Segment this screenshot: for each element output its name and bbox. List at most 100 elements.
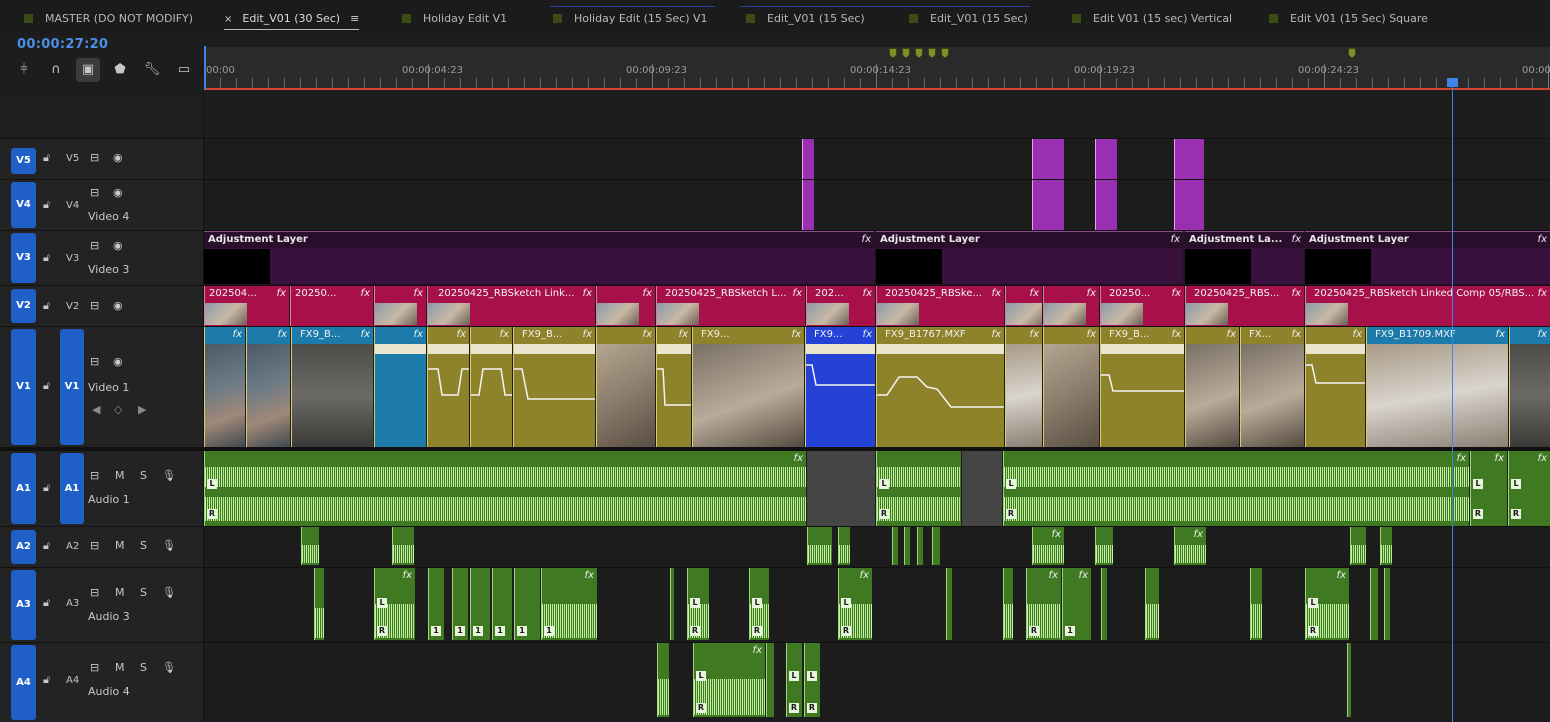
audio-clip[interactable]: 1 bbox=[452, 568, 468, 640]
audio-clip[interactable] bbox=[946, 568, 952, 640]
sync-lock-icon[interactable]: ⊟ bbox=[90, 186, 99, 199]
track-lane-a4[interactable]: fx L R LR LR bbox=[204, 643, 1550, 722]
v1-clip[interactable]: fx bbox=[470, 327, 512, 447]
source-patch-v3[interactable]: V3 bbox=[11, 233, 36, 283]
adjustment-layer-clip[interactable]: Adjustment Layer fx bbox=[1305, 231, 1550, 285]
source-patch-a4[interactable]: A4 bbox=[11, 645, 36, 720]
v5-clip[interactable] bbox=[1095, 139, 1117, 179]
audio-clip[interactable] bbox=[1370, 568, 1378, 640]
track-lane-v1[interactable]: fx fx FX9_B... fx fx fx fx FX9_B... fx fx … bbox=[204, 327, 1550, 447]
audio-clip[interactable]: fx R bbox=[1026, 568, 1061, 640]
v1-clip[interactable]: fx bbox=[1185, 327, 1239, 447]
audio-clip[interactable]: 1 bbox=[470, 568, 490, 640]
audio-clip[interactable]: fx L R bbox=[1305, 568, 1349, 640]
tab-edit-v01-15sec[interactable]: Edit_V01 (15 Sec) bbox=[746, 8, 865, 30]
v1-clip[interactable]: fx bbox=[1509, 327, 1550, 447]
v2-clip[interactable]: fx bbox=[596, 286, 655, 326]
audio-clip[interactable] bbox=[1384, 568, 1390, 640]
audio-clip[interactable]: LR bbox=[687, 568, 709, 640]
playhead-line[interactable] bbox=[1452, 86, 1453, 722]
audio-clip[interactable] bbox=[1101, 568, 1107, 640]
source-patch-a3[interactable]: A3 bbox=[11, 570, 36, 640]
tab-holiday-edit-15sec[interactable]: Holiday Edit (15 Sec) V1 bbox=[553, 8, 708, 30]
v1-clip[interactable]: FX9_B1709.MXF fx bbox=[1366, 327, 1508, 447]
v4-clip[interactable] bbox=[1174, 180, 1204, 230]
audio-clip[interactable]: 1 bbox=[492, 568, 512, 640]
audio-clip[interactable]: L Rfx bbox=[1003, 451, 1469, 526]
microphone-icon[interactable]: 🎙︎ bbox=[162, 586, 176, 599]
tab-edit-v01-15sec-2[interactable]: Edit_V01 (15 Sec) bbox=[909, 8, 1028, 30]
audio-clip[interactable] bbox=[766, 643, 774, 717]
snap-icon[interactable]: ⫩ bbox=[12, 58, 36, 82]
audio-clip[interactable]: LR bbox=[786, 643, 802, 717]
track-lane-a3[interactable]: fx L R 1 1 1 1 1 fx 1 LR LR fx L R fx R fx 1 fx… bbox=[204, 568, 1550, 642]
audio-clip[interactable]: fx L R bbox=[838, 568, 872, 640]
audio-clip[interactable]: LR bbox=[749, 568, 769, 640]
caption-icon[interactable]: ▭ bbox=[172, 58, 196, 82]
audio-clip[interactable]: fx 1 bbox=[1062, 568, 1091, 640]
microphone-icon[interactable]: 🎙︎ bbox=[162, 661, 176, 674]
audio-clip[interactable] bbox=[1145, 568, 1159, 640]
audio-clip[interactable]: fx 1 bbox=[541, 568, 597, 640]
track-label-v2[interactable]: V2 bbox=[66, 301, 79, 312]
source-patch-a1[interactable]: A1 bbox=[11, 453, 36, 524]
track-label-v4[interactable]: V4 bbox=[66, 200, 79, 211]
audio-clip[interactable] bbox=[1250, 568, 1262, 640]
tab-master[interactable]: MASTER (DO NOT MODIFY) bbox=[24, 8, 193, 30]
lock-icon[interactable]: 🔓︎ bbox=[43, 379, 50, 393]
v1-clip[interactable]: FX9_B1767.MXF fx bbox=[876, 327, 1004, 447]
sync-lock-icon[interactable]: ⊟ bbox=[90, 469, 99, 482]
sync-lock-icon[interactable]: ⊟ bbox=[90, 355, 99, 368]
audio-clip[interactable]: L Rfx bbox=[204, 451, 806, 526]
keyframe-icon[interactable]: ◇ bbox=[114, 403, 122, 416]
source-patch-v1[interactable]: V1 bbox=[11, 329, 36, 445]
empty-gap[interactable] bbox=[962, 451, 1002, 526]
solo-button[interactable]: S bbox=[140, 586, 147, 599]
audio-clip[interactable] bbox=[314, 568, 324, 640]
audio-clip[interactable] bbox=[392, 527, 414, 565]
v2-clip[interactable]: 202504... fx bbox=[204, 286, 289, 326]
v2-clip[interactable]: 20250... fx bbox=[1100, 286, 1184, 326]
sync-lock-icon[interactable]: ⊟ bbox=[90, 239, 99, 252]
v1-clip[interactable]: fx bbox=[374, 327, 426, 447]
audio-clip[interactable] bbox=[807, 527, 832, 565]
track-label-v3[interactable]: V3 bbox=[66, 253, 79, 264]
v2-clip[interactable]: fx bbox=[1005, 286, 1042, 326]
v1-clip[interactable]: FX... fx bbox=[1240, 327, 1304, 447]
adjustment-layer-clip[interactable]: Adjustment La... fx bbox=[1185, 231, 1304, 285]
v1-clip[interactable]: FX9... fx bbox=[805, 327, 875, 447]
mute-button[interactable]: M bbox=[115, 539, 125, 552]
track-select-icon[interactable]: ▣ bbox=[76, 58, 100, 82]
v1-clip[interactable]: fx bbox=[1005, 327, 1042, 447]
v2-clip[interactable]: 20250425_RBSketch Linked Comp 05/RBS... f… bbox=[1305, 286, 1550, 326]
v1-clip[interactable]: FX9_B... fx bbox=[291, 327, 373, 447]
v2-clip[interactable]: 20250425_RBS... fx bbox=[1185, 286, 1304, 326]
lock-icon[interactable]: 🔓︎ bbox=[43, 673, 50, 687]
v5-clip[interactable] bbox=[1032, 139, 1064, 179]
audio-clip[interactable] bbox=[838, 527, 850, 565]
audio-clip[interactable] bbox=[1380, 527, 1392, 565]
v1-clip[interactable]: fx bbox=[246, 327, 290, 447]
track-target-v1[interactable]: V1 bbox=[60, 329, 84, 445]
audio-clip[interactable]: fx bbox=[1174, 527, 1206, 565]
v2-clip[interactable]: 20250425_RBSketch Link... fx bbox=[427, 286, 595, 326]
lock-icon[interactable]: 🔓︎ bbox=[43, 539, 50, 553]
close-icon[interactable]: × bbox=[224, 14, 232, 25]
audio-clip[interactable] bbox=[1095, 527, 1113, 565]
track-lane-v2[interactable]: 202504... fx 20250... fx fx 20250425_RBSke… bbox=[204, 286, 1550, 326]
source-patch-v2[interactable]: V2 bbox=[11, 289, 36, 323]
v1-clip[interactable]: fx bbox=[204, 327, 245, 447]
v1-clip[interactable]: fx bbox=[427, 327, 469, 447]
v4-clip[interactable] bbox=[1032, 180, 1064, 230]
tab-edit-v01-30sec[interactable]: × Edit_V01 (30 Sec) ≡ bbox=[224, 8, 360, 30]
track-lane-v3[interactable]: Adjustment Layer fx Adjustment Layer fx … bbox=[204, 231, 1550, 285]
eye-icon[interactable]: ◉ bbox=[113, 186, 123, 199]
audio-clip[interactable]: L Rfx bbox=[1470, 451, 1507, 526]
sync-lock-icon[interactable]: ⊟ bbox=[90, 299, 99, 312]
audio-clip[interactable] bbox=[657, 643, 669, 717]
v2-clip[interactable]: 20250425_RBSke... fx bbox=[876, 286, 1004, 326]
lock-icon[interactable]: 🔓︎ bbox=[43, 481, 50, 495]
wrench-icon[interactable]: 🔧︎ bbox=[140, 58, 164, 82]
marker-icon[interactable]: ⬟ bbox=[108, 58, 132, 82]
v5-clip[interactable] bbox=[1174, 139, 1204, 179]
